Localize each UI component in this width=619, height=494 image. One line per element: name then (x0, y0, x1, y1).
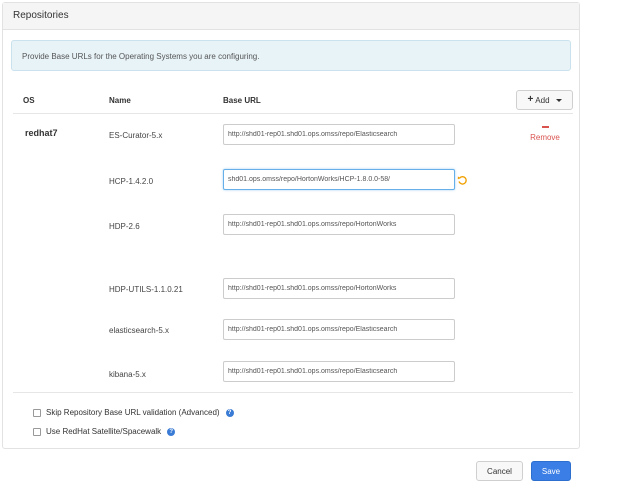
save-button[interactable]: Save (531, 461, 571, 481)
remove-os-button[interactable]: Remove (528, 126, 562, 142)
question-circle-icon[interactable]: ? (167, 427, 176, 436)
add-button-label: Add (535, 95, 550, 105)
column-header-os: OS (23, 96, 35, 105)
os-name: redhat7 (25, 128, 58, 138)
question-circle-icon[interactable]: ? (225, 408, 234, 417)
base-url-input[interactable] (223, 278, 455, 299)
column-header-name: Name (109, 96, 131, 105)
header-divider (13, 113, 573, 114)
repo-name: elasticsearch-5.x (109, 326, 170, 335)
use-satellite-label: Use RedHat Satellite/Spacewalk (46, 427, 162, 436)
repo-name: ES-Curator-5.x (109, 131, 163, 140)
options-divider (13, 392, 573, 393)
base-url-input[interactable] (223, 214, 455, 235)
base-url-input[interactable] (223, 169, 455, 190)
repo-name: kibana-5.x (109, 370, 146, 379)
remove-label: Remove (530, 133, 560, 142)
base-url-input[interactable] (223, 361, 455, 382)
info-alert: Provide Base URLs for the Operating Syst… (11, 40, 571, 71)
minus-icon (541, 126, 549, 128)
repo-name: HCP-1.4.2.0 (109, 177, 154, 186)
repositories-panel: Repositories Provide Base URLs for the O… (2, 2, 580, 449)
panel-title: Repositories (3, 3, 579, 30)
repo-name: HDP-2.6 (109, 222, 140, 231)
base-url-input[interactable] (223, 124, 455, 145)
undo-icon[interactable] (457, 175, 468, 186)
skip-validation-option[interactable]: Skip Repository Base URL validation (Adv… (33, 408, 234, 417)
use-satellite-checkbox[interactable] (33, 427, 41, 436)
base-url-input[interactable] (223, 319, 455, 340)
cancel-button[interactable]: Cancel (476, 461, 523, 481)
caret-down-icon (555, 98, 562, 102)
column-header-base-url: Base URL (223, 96, 261, 105)
skip-validation-label: Skip Repository Base URL validation (Adv… (46, 408, 220, 417)
add-os-button[interactable]: + Add (516, 90, 573, 110)
skip-validation-checkbox[interactable] (33, 408, 41, 417)
repo-name: HDP-UTILS-1.1.0.21 (109, 285, 183, 294)
use-satellite-option[interactable]: Use RedHat Satellite/Spacewalk ? (33, 427, 176, 436)
plus-icon: + (527, 94, 534, 105)
